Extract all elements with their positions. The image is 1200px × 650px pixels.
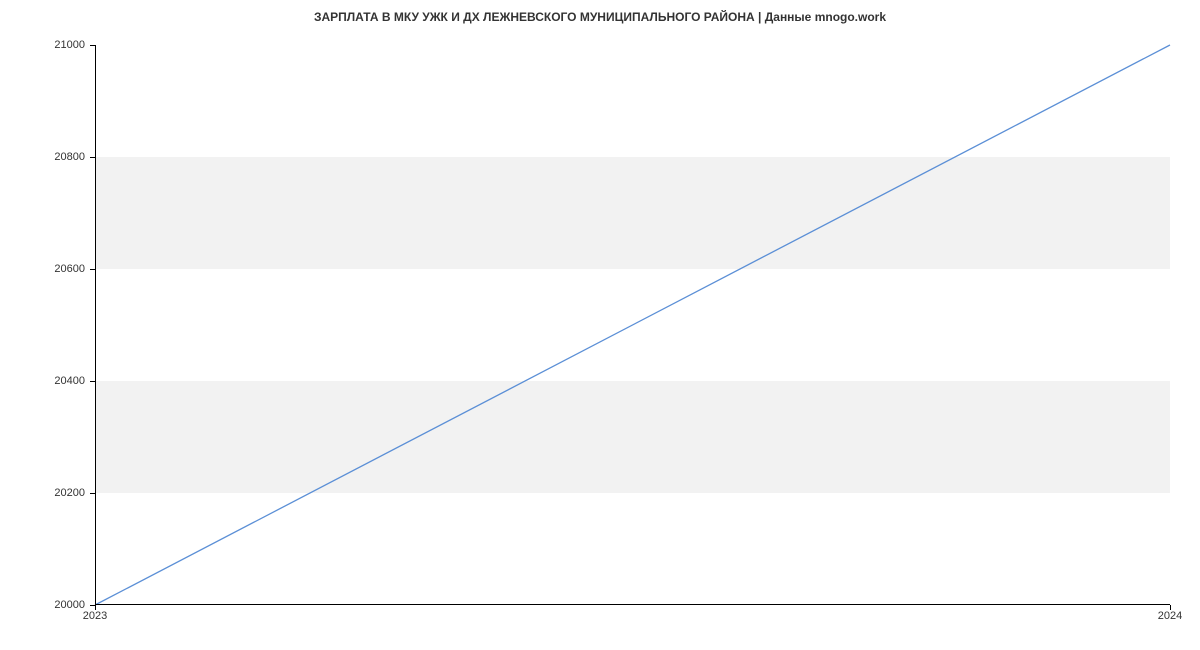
y-tick-label: 20200	[54, 487, 85, 499]
chart-title: ЗАРПЛАТА В МКУ УЖК И ДХ ЛЕЖНЕВСКОГО МУНИ…	[0, 10, 1200, 24]
x-tick-label: 2024	[1158, 610, 1182, 622]
x-tick-label: 2023	[83, 610, 107, 622]
y-tick-label: 20800	[54, 151, 85, 163]
y-tick-mark	[90, 381, 95, 382]
y-tick-mark	[90, 269, 95, 270]
x-axis-line	[95, 604, 1170, 605]
y-tick-mark	[90, 45, 95, 46]
y-axis-line	[95, 45, 96, 605]
x-tick-mark	[1170, 605, 1171, 610]
y-tick-label: 20400	[54, 375, 85, 387]
y-tick-label: 20000	[54, 599, 85, 611]
plot-area	[95, 45, 1170, 605]
y-tick-mark	[90, 493, 95, 494]
y-tick-mark	[90, 157, 95, 158]
y-tick-label: 20600	[54, 263, 85, 275]
data-line	[95, 45, 1170, 605]
y-tick-label: 21000	[54, 39, 85, 51]
chart-line-layer	[95, 45, 1170, 605]
x-tick-mark	[95, 605, 96, 610]
